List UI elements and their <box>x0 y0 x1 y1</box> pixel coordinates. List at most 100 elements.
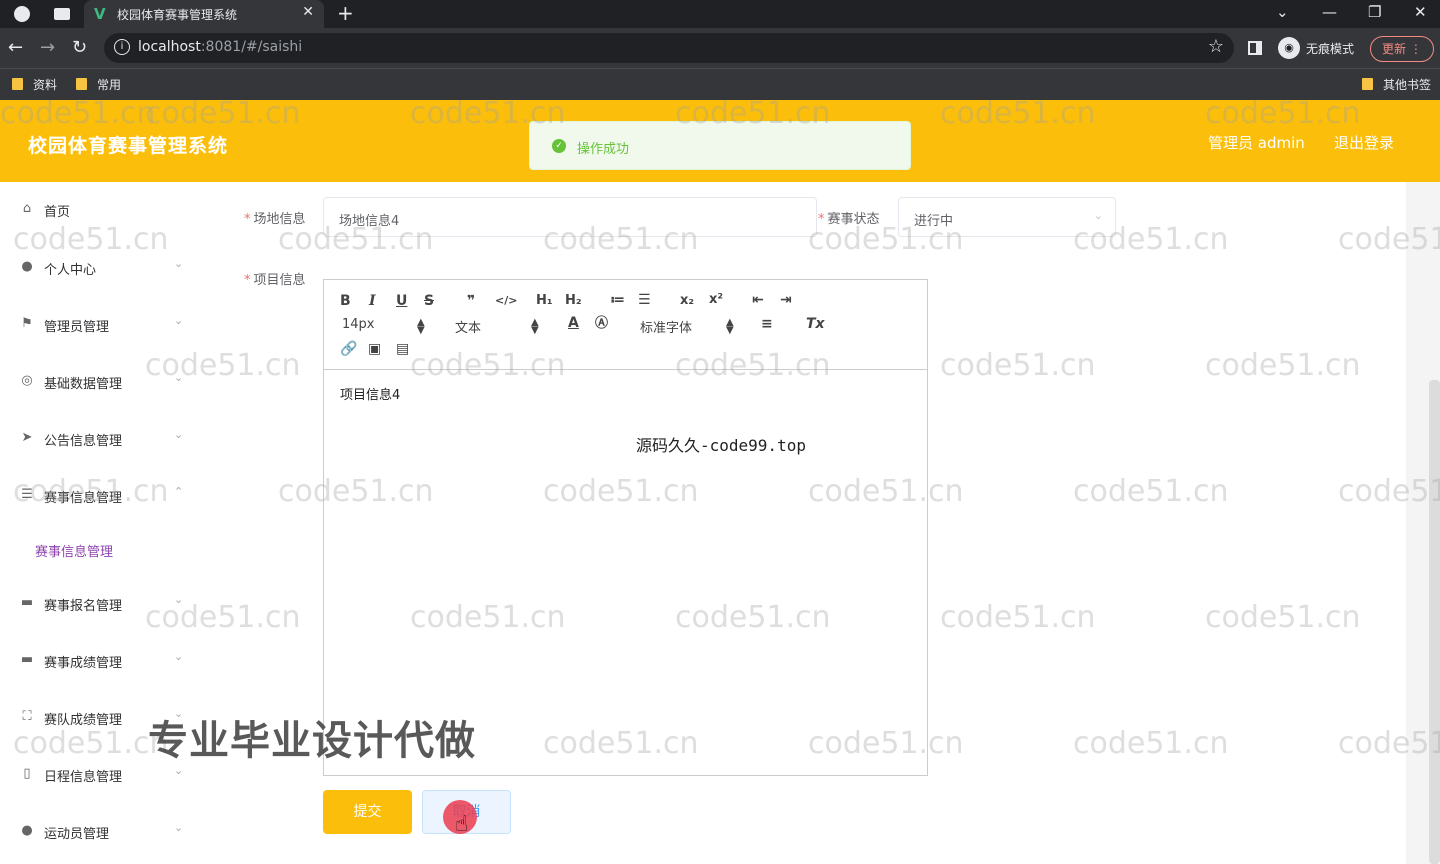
back-icon[interactable]: ← <box>8 37 23 58</box>
sidebar-item-events[interactable]: ☰ 赛事信息管理 ⌃ <box>0 476 208 516</box>
select-arrows-icon: ▲ ▼ <box>417 317 425 336</box>
underline-icon[interactable]: U <box>396 293 407 309</box>
tab-dropdown-icon[interactable]: ⌄ <box>1276 3 1289 21</box>
site-watermark: 源码久久-code99.top <box>636 436 806 455</box>
bold-icon[interactable]: B <box>340 293 351 309</box>
venue-input[interactable]: 场地信息4 <box>323 197 817 237</box>
status-select[interactable]: 进行中 ⌄ <box>898 197 1116 237</box>
location-icon: ● <box>21 823 33 838</box>
heading-1-icon[interactable]: H₁ <box>536 293 553 309</box>
incognito-icon: ◉ <box>1278 37 1300 59</box>
sidebar-item-label: 运动员管理 <box>44 827 110 842</box>
status-select-value: 进行中 <box>914 214 954 229</box>
sidebar-item-label: 管理员管理 <box>44 320 110 335</box>
site-info-icon[interactable]: i <box>114 39 130 55</box>
align-icon[interactable]: ≡ <box>761 316 773 332</box>
editor-content[interactable]: 项目信息4 <box>340 384 400 403</box>
folder-icon <box>1362 78 1373 90</box>
browser-profile-icon[interactable] <box>14 6 30 22</box>
monitor-icon: ▬ <box>20 652 34 667</box>
sidebar-item-admins[interactable]: ⚑ 管理员管理 ⌄ <box>0 305 208 345</box>
sidebar-item-athletes[interactable]: ● 运动员管理 ⌄ <box>0 812 208 852</box>
url-input[interactable]: i localhost:8081/#/saishi ☆ <box>104 33 1234 63</box>
circle-icon: ◎ <box>21 373 33 388</box>
superscript-icon[interactable]: x² <box>709 292 723 308</box>
tab-search-icon[interactable] <box>54 8 70 20</box>
strikethrough-icon[interactable]: S <box>424 293 434 309</box>
folder-icon <box>12 78 23 90</box>
subscript-icon[interactable]: x₂ <box>680 293 694 309</box>
sidebar-item-label: 基础数据管理 <box>44 377 123 392</box>
clear-format-icon[interactable]: Tx <box>806 316 825 332</box>
other-bookmarks[interactable]: 其他书签 <box>1362 76 1431 93</box>
sidebar-item-registrations[interactable]: ▬ 赛事报名管理 ⌄ <box>0 584 208 624</box>
status-label: * 赛事状态 <box>818 212 880 227</box>
chevron-down-icon: ⌄ <box>174 371 184 384</box>
italic-icon[interactable]: I <box>369 293 376 309</box>
sidebar-item-label: 赛事报名管理 <box>44 599 123 614</box>
sidebar-item-home[interactable]: ⌂ 首页 <box>0 190 208 230</box>
browser-tab[interactable]: V 校园体育赛事管理系统 ✕ <box>84 0 324 28</box>
blockquote-icon[interactable]: ❞ <box>467 293 475 309</box>
code-block-icon[interactable]: </> <box>495 293 517 309</box>
sidebar-item-base-data[interactable]: ◎ 基础数据管理 ⌄ <box>0 362 208 402</box>
bullet-list-icon[interactable]: ☰ <box>638 292 651 308</box>
select-arrows-icon: ▲ ▼ <box>726 317 734 336</box>
sidebar-item-profile[interactable]: ● 个人中心 ⌄ <box>0 248 208 288</box>
heading-2-icon[interactable]: H₂ <box>565 293 582 309</box>
ordered-list-icon[interactable]: ≔ <box>610 292 625 308</box>
logout-link[interactable]: 退出登录 <box>1334 132 1394 153</box>
font-family-select[interactable]: 标准字体 <box>640 317 692 336</box>
home-icon: ⌂ <box>22 201 32 216</box>
sidebar-item-label: 个人中心 <box>44 263 97 278</box>
chevron-down-icon: ⌄ <box>174 314 184 327</box>
reload-icon[interactable]: ↻ <box>72 37 87 58</box>
venue-label: * 场地信息 <box>244 212 306 227</box>
outdent-icon[interactable]: ⇤ <box>752 292 764 308</box>
image-icon[interactable]: ▣ <box>368 341 381 357</box>
update-button[interactable]: 更新 ⋮ <box>1370 36 1434 62</box>
font-size-select[interactable]: 14px <box>342 317 375 332</box>
restore-icon[interactable]: ❐ <box>1368 3 1381 21</box>
editor-toolbar: B I U S ❞ </> H₁ H₂ ≔ ☰ x₂ x² ⇤ ⇥ 14px ▲… <box>324 280 927 370</box>
window-close-icon[interactable]: ✕ <box>1414 3 1427 21</box>
link-icon[interactable]: 🔗 <box>340 341 357 357</box>
scrollbar-thumb[interactable] <box>1429 380 1440 864</box>
submit-button[interactable]: 提交 <box>323 790 412 834</box>
chevron-up-icon: ⌃ <box>174 485 184 498</box>
user-icon: ● <box>21 259 33 274</box>
tab-title: 校园体育赛事管理系统 <box>117 8 238 22</box>
video-icon[interactable]: ▤ <box>396 341 409 357</box>
browser-address-bar: ← → ↻ i localhost:8081/#/saishi ☆ ◉ 无痕模式… <box>0 28 1440 68</box>
background-color-icon[interactable]: Ⓐ <box>595 316 608 332</box>
phone-icon: ▯ <box>23 766 31 781</box>
sidebar-subitem-events[interactable]: 赛事信息管理 <box>35 541 113 560</box>
side-panel-icon[interactable] <box>1248 41 1262 55</box>
toast-message: 操作成功 <box>577 142 630 157</box>
fullscreen-icon: ⛶ <box>22 709 32 724</box>
sidebar-item-announcements[interactable]: ➤ 公告信息管理 ⌄ <box>0 419 208 459</box>
sidebar-item-label: 日程信息管理 <box>44 770 123 785</box>
project-label: * 项目信息 <box>244 273 306 288</box>
folder-icon <box>76 78 87 90</box>
header-select[interactable]: 文本 <box>455 317 481 336</box>
sidebar-item-results[interactable]: ▬ 赛事成绩管理 ⌄ <box>0 641 208 681</box>
bookmark-folder-1[interactable]: 常用 <box>76 76 121 93</box>
text-color-icon[interactable]: A <box>568 315 579 331</box>
bookmark-folder-0[interactable]: 资料 <box>12 76 57 93</box>
app-title: 校园体育赛事管理系统 <box>28 135 229 157</box>
bookmark-star-icon[interactable]: ☆ <box>1208 36 1224 57</box>
new-tab-icon[interactable]: + <box>337 1 354 25</box>
flag-icon: ⚑ <box>21 316 33 331</box>
promo-banner-text: 专业毕业设计代做 <box>148 718 476 764</box>
sidebar-item-label: 公告信息管理 <box>44 434 123 449</box>
forward-icon[interactable]: → <box>40 37 55 58</box>
minimize-icon[interactable]: — <box>1322 3 1337 21</box>
chevron-down-icon: ⌄ <box>174 428 184 441</box>
hand-cursor-icon: ☝ <box>455 812 469 837</box>
select-arrows-icon: ▲ ▼ <box>531 317 539 336</box>
tab-close-icon[interactable]: ✕ <box>302 4 314 20</box>
bookmarks-bar: 资料 常用 其他书签 <box>0 68 1440 100</box>
indent-icon[interactable]: ⇥ <box>780 292 792 308</box>
rich-text-editor: B I U S ❞ </> H₁ H₂ ≔ ☰ x₂ x² ⇤ ⇥ 14px ▲… <box>323 279 928 776</box>
